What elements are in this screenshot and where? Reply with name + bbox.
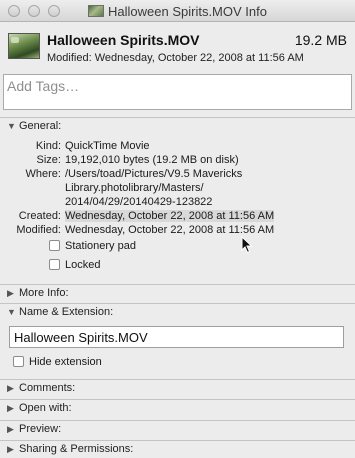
window-title-text: Halloween Spirits.MOV Info [108,4,267,19]
where-value-line1: /Users/toad/Pictures/V9.5 Mavericks [65,168,243,180]
section-name-extension[interactable]: ▼ Name & Extension: [0,303,355,321]
hide-extension-label: Hide extension [29,356,102,368]
section-preview-label: Preview: [19,423,62,435]
section-open-with-label: Open with: [19,402,72,414]
section-general[interactable]: ▼ General: [0,117,355,135]
section-more-info[interactable]: ▶ More Info: [0,284,355,302]
section-more-info-label: More Info: [19,287,69,299]
where-row: Where: /Users/toad/Pictures/V9.5 Maveric… [0,168,355,182]
section-sharing-label: Sharing & Permissions: [19,443,134,455]
file-name: Halloween Spirits.MOV [47,32,200,48]
where-value-line3: 2014/04/29/20140429-123822 [65,196,213,208]
created-row: Created: Wednesday, October 22, 2008 at … [0,210,355,224]
created-value[interactable]: Wednesday, October 22, 2008 at 11:56 AM [65,210,275,222]
section-name-extension-label: Name & Extension: [19,306,114,318]
modified-value: Wednesday, October 22, 2008 at 11:56 AM [65,224,275,236]
kind-row: Kind: QuickTime Movie [0,140,355,154]
locked-option[interactable]: Locked [49,259,100,273]
size-label: Size: [36,154,61,166]
where-row-3: 2014/04/29/20140429-123822 [0,196,355,210]
section-general-label: General: [19,120,62,132]
movie-file-icon [88,5,105,17]
file-name-input[interactable]: Halloween Spirits.MOV [9,326,344,348]
title-bar: Halloween Spirits.MOV Info [0,0,355,22]
where-value-line2: Library.photolibrary/Masters/ [65,182,204,194]
disclosure-collapsed-icon: ▶ [7,444,14,454]
window-title: Halloween Spirits.MOV Info [0,4,355,19]
kind-value: QuickTime Movie [65,140,150,152]
hide-extension-option[interactable]: Hide extension [13,356,102,370]
section-sharing-permissions[interactable]: ▶ Sharing & Permissions: [0,440,355,458]
tags-input[interactable]: Add Tags… [3,74,352,110]
file-thumbnail-icon [8,33,40,59]
section-open-with[interactable]: ▶ Open with: [0,399,355,417]
disclosure-collapsed-icon: ▶ [7,424,14,434]
section-comments-label: Comments: [19,382,76,394]
size-value: 19,192,010 bytes (19.2 MB on disk) [65,154,239,166]
stationery-pad-checkbox[interactable] [49,240,60,251]
file-modified: Modified: Wednesday, October 22, 2008 at… [47,52,304,64]
disclosure-expanded-icon: ▼ [7,121,16,131]
disclosure-collapsed-icon: ▶ [7,383,14,393]
where-label: Where: [25,168,61,180]
file-header: Halloween Spirits.MOV 19.2 MB Modified: … [0,22,355,72]
mouse-cursor-icon [241,236,253,254]
modified-row: Modified: Wednesday, October 22, 2008 at… [0,224,355,238]
section-comments[interactable]: ▶ Comments: [0,379,355,397]
stationery-pad-label: Stationery pad [65,240,136,252]
file-size: 19.2 MB [294,32,347,48]
kind-label: Kind: [35,140,61,152]
hide-extension-checkbox[interactable] [13,356,24,367]
created-label: Created: [18,210,61,222]
stationery-pad-option[interactable]: Stationery pad [49,240,136,254]
section-preview[interactable]: ▶ Preview: [0,420,355,438]
size-row: Size: 19,192,010 bytes (19.2 MB on disk) [0,154,355,168]
disclosure-collapsed-icon: ▶ [7,403,14,413]
modified-label: Modified: [16,224,61,236]
locked-label: Locked [65,259,101,271]
where-row-2: Library.photolibrary/Masters/ [0,182,355,196]
disclosure-collapsed-icon: ▶ [7,288,14,298]
disclosure-expanded-icon: ▼ [7,307,16,317]
locked-checkbox[interactable] [49,259,60,270]
